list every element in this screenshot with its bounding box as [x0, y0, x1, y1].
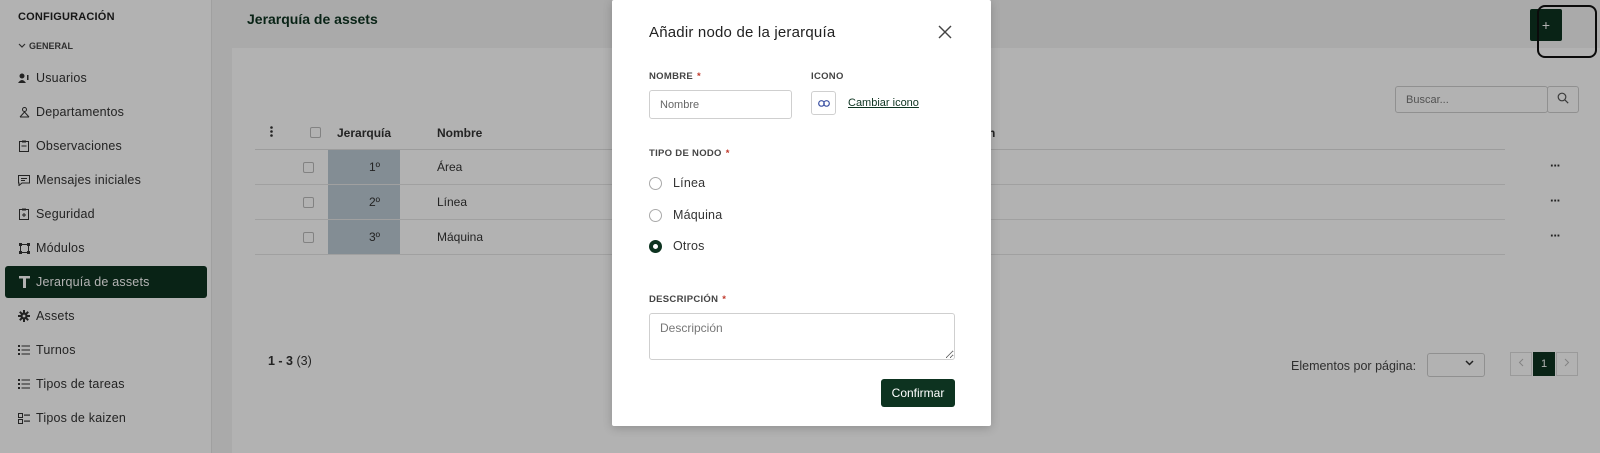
link-icon [817, 94, 830, 112]
name-input[interactable] [649, 90, 792, 119]
close-icon[interactable] [938, 25, 954, 41]
icon-preview[interactable] [811, 91, 836, 115]
name-label-text: NOMBRE [649, 71, 694, 82]
icon-label: ICONO [811, 71, 844, 82]
radio-maquina[interactable] [649, 209, 662, 222]
name-label: NOMBRE * [649, 71, 701, 82]
dialog-title: Añadir nodo de la jerarquía [649, 24, 836, 41]
required-mark: * [722, 294, 727, 305]
required-mark: * [697, 71, 702, 82]
radio-label-linea[interactable]: Línea [673, 176, 705, 190]
add-node-dialog: Añadir nodo de la jerarquía NOMBRE* ICON… [612, 0, 991, 426]
radio-otros[interactable] [649, 240, 662, 253]
description-field[interactable] [649, 313, 955, 360]
node-type-label-text: TIPO DE NODO [649, 148, 722, 159]
description-label: DESCRIPCIÓN * [649, 294, 726, 305]
change-icon-link[interactable]: Cambiar icono [848, 97, 919, 109]
description-label-text: DESCRIPCIÓN [649, 294, 719, 305]
radio-label-otros[interactable]: Otros [673, 239, 705, 253]
confirm-button[interactable]: Confirmar [881, 379, 955, 407]
radio-label-maquina[interactable]: Máquina [673, 208, 722, 222]
required-mark: * [725, 148, 730, 159]
node-type-label: TIPO DE NODO * [649, 148, 730, 159]
radio-linea[interactable] [649, 177, 662, 190]
